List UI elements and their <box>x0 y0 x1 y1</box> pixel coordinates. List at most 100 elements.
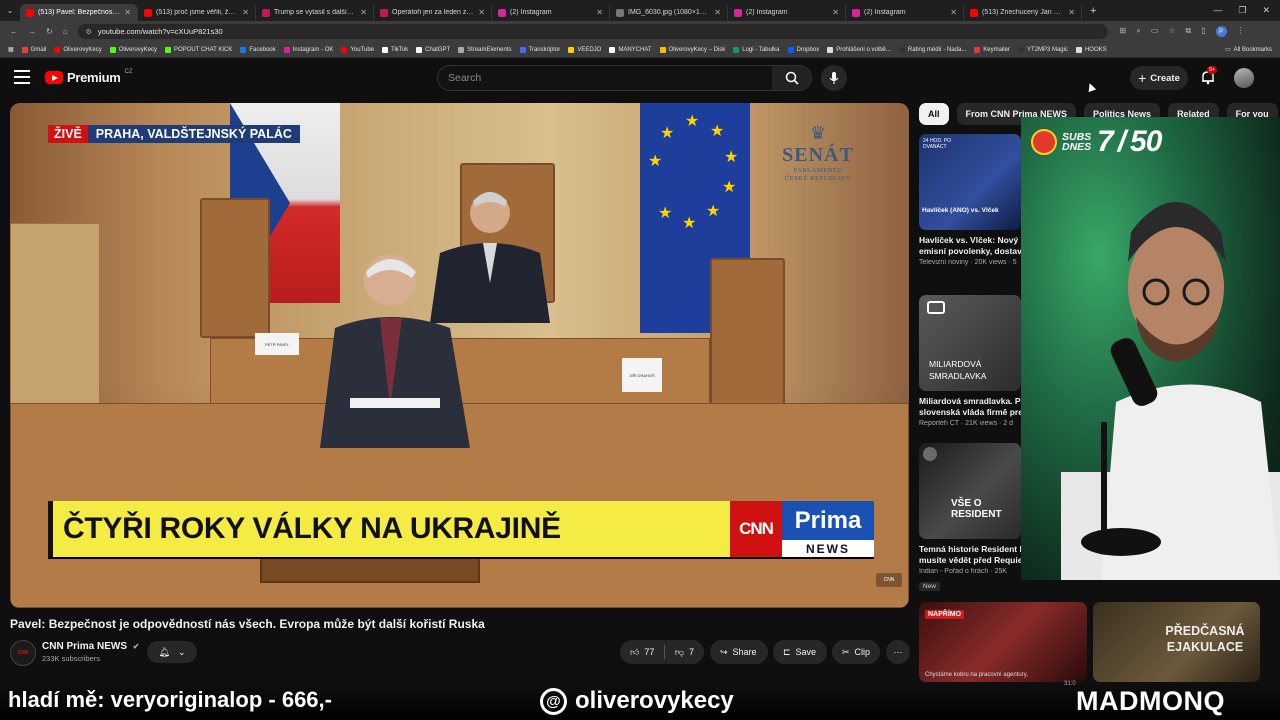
cast-icon[interactable]: ▭ <box>1151 26 1159 37</box>
tab-favicon-icon <box>616 8 624 17</box>
close-window-icon[interactable]: ✕ <box>1262 5 1270 16</box>
home-icon[interactable]: ⌂ <box>63 27 68 36</box>
guide-menu-icon[interactable] <box>14 70 30 84</box>
translate-icon[interactable]: ⊞ <box>1120 26 1127 37</box>
account-avatar[interactable] <box>1234 68 1254 88</box>
side-panel-icon[interactable]: ▯ <box>1201 26 1205 37</box>
share-button[interactable]: ↪ Share <box>710 640 768 664</box>
channel-watermark[interactable]: CNN <box>876 573 902 587</box>
browser-tab[interactable]: (513) Znechucený Jan Rosák zl ✕ <box>964 4 1082 21</box>
bookmark-item[interactable]: VEEDJO <box>564 46 605 53</box>
new-tab-button[interactable]: + <box>1082 5 1104 17</box>
bookmark-item[interactable]: TikTok <box>378 46 412 53</box>
video-player[interactable]: ★ ★ ★ ★ ★ ★ ★ ★ ★ ♛ SENÁT PARLAMENTU ČESKÉ REP… <box>10 103 909 608</box>
live-label: ŽIVĚ <box>48 125 88 143</box>
video-timestamp: 31:0 <box>1064 681 1076 687</box>
bookmark-item[interactable]: StreamElements <box>454 46 515 53</box>
reload-icon[interactable]: ↻ <box>46 27 53 36</box>
live-location-banner: ŽIVĚ PRAHA, VALDŠTEJNSKÝ PALÁC <box>48 125 300 143</box>
all-bookmarks[interactable]: ▭ All Bookmarks <box>1221 46 1280 54</box>
browser-tab[interactable]: IMG_6030.jpg (1080×1620) ✕ <box>610 4 728 21</box>
browser-menu-icon[interactable]: ⋮ <box>1237 26 1245 37</box>
save-button[interactable]: ⊏ Save <box>773 640 827 664</box>
close-tab-icon[interactable]: ✕ <box>1068 8 1075 17</box>
profile-avatar[interactable]: P <box>1215 26 1227 37</box>
bookmark-item[interactable]: Transkriptor <box>516 46 565 53</box>
tab-search-icon[interactable]: ⌄ <box>0 6 20 15</box>
bookmark-item[interactable]: Instagram - OK <box>280 46 338 53</box>
zoom-icon[interactable]: ⌕ <box>1136 26 1140 37</box>
site-info-icon[interactable]: ⚙ <box>86 28 92 36</box>
url-field[interactable]: ⚙ youtube.com/watch?v=cXUuP821s30 <box>77 24 1108 39</box>
browser-tab[interactable]: (2) Instagram ✕ <box>846 4 964 21</box>
more-actions-button[interactable]: ⋯ <box>886 640 910 664</box>
browser-tab[interactable]: Trump se vytasil s dalším termí ✕ <box>256 4 374 21</box>
video-thumbnail[interactable]: 24 HOD. PO DVANÁCT Havlíček (ANO) vs. Vl… <box>919 134 1021 230</box>
forward-icon[interactable]: → <box>28 27 36 36</box>
browser-tab[interactable]: (513) proč jsme věřili, že v roce ✕ <box>138 4 256 21</box>
close-tab-icon[interactable]: ✕ <box>242 8 249 17</box>
related-video[interactable]: 24 HOD. PO DVANÁCT Havlíček (ANO) vs. Vl… <box>919 134 1024 266</box>
close-tab-icon[interactable]: ✕ <box>950 8 957 17</box>
bookmark-item[interactable]: HOOKS <box>1072 46 1111 53</box>
close-tab-icon[interactable]: ✕ <box>832 8 839 17</box>
search-button[interactable] <box>772 65 812 91</box>
close-tab-icon[interactable]: ✕ <box>596 8 603 17</box>
screen: ⌄ (513) Pavel: Bezpečnost je odp✕(513) p… <box>0 0 1280 720</box>
voice-search-button[interactable] <box>821 65 847 91</box>
close-tab-icon[interactable]: ✕ <box>714 8 721 17</box>
subscription-bell-button[interactable]: 🔔︎ ⌄ <box>147 641 197 663</box>
subs-goal-widget: SUBS DNES 7 / 50 <box>1031 125 1162 159</box>
related-video-title: Havlíček vs. Vlček: Nový n <box>919 235 1024 245</box>
bookmark-item[interactable]: Logi - Tabulka <box>729 46 783 53</box>
youtube-logo[interactable]: Premium CZ <box>45 69 133 85</box>
bookmark-item[interactable]: Prohlášení o volbě... <box>823 46 895 53</box>
browser-tab[interactable]: (2) Instagram ✕ <box>492 4 610 21</box>
bookmark-item[interactable]: Gmail <box>18 46 51 53</box>
search-input[interactable]: Search <box>437 65 773 91</box>
shelf-video-thumbnail[interactable]: PŘEDČASNÁ EJAKULACE <box>1093 602 1260 682</box>
apps-icon[interactable]: ▦ <box>4 46 18 53</box>
bookmark-item[interactable]: POPOUT CHAT KICK <box>161 46 236 53</box>
bookmark-item[interactable]: Keymailer <box>970 46 1014 53</box>
bookmark-favicon-icon <box>458 46 465 53</box>
related-video[interactable]: MILIARDOVÁ SMRADLAVKA Miliardová smradla… <box>919 295 1024 427</box>
bookmark-item[interactable]: YouTube <box>337 46 378 53</box>
video-thumbnail[interactable]: MILIARDOVÁ SMRADLAVKA <box>919 295 1021 391</box>
bookmark-item[interactable]: OliverovyKecy <box>106 46 161 53</box>
back-icon[interactable]: ← <box>10 27 18 36</box>
close-tab-icon[interactable]: ✕ <box>478 8 485 17</box>
shelf-video-thumbnail[interactable]: NAPŘÍMO Chystáme kobru na pracovní agent… <box>919 602 1087 682</box>
bookmark-item[interactable]: Facebook <box>236 46 279 53</box>
extensions-icon[interactable]: ⧉ <box>1185 26 1191 37</box>
close-tab-icon[interactable]: ✕ <box>124 8 131 17</box>
thumbs-down-icon: 👎︎ <box>674 646 684 657</box>
bookmark-item[interactable]: YT2MP3 Magic <box>1014 46 1072 53</box>
video-thumbnail[interactable]: VŠE O RESIDENT <box>919 443 1021 539</box>
browser-tab[interactable]: (513) Pavel: Bezpečnost je odp ✕ <box>20 4 138 21</box>
browser-tab[interactable]: (2) Instagram ✕ <box>728 4 846 21</box>
related-video[interactable]: VŠE O RESIDENT Temná historie Resident E… <box>919 443 1024 593</box>
bookmark-item[interactable]: Rating médií - Nada... <box>895 46 970 53</box>
like-button[interactable]: 👍︎ 77 <box>620 640 664 664</box>
channel-name[interactable]: CNN Prima NEWS ✔ <box>42 641 140 652</box>
bookmark-favicon-icon <box>787 46 794 53</box>
create-button[interactable]: + Create <box>1130 66 1188 90</box>
bookmark-item[interactable]: OliverovyKecy <box>50 46 105 53</box>
channel-avatar[interactable]: CNN <box>10 640 36 666</box>
bookmark-item[interactable]: MANYCHAT <box>605 46 655 53</box>
restore-icon[interactable]: ❐ <box>1238 5 1246 16</box>
thumbs-up-icon: 👍︎ <box>630 646 640 657</box>
bookmark-star-icon[interactable]: ☆ <box>1168 26 1175 37</box>
filter-chip[interactable]: All <box>919 103 949 125</box>
bookmark-item[interactable]: OliverovyKecy – Disk <box>656 46 730 53</box>
close-tab-icon[interactable]: ✕ <box>360 8 367 17</box>
dislike-button[interactable]: 👎︎ 7 <box>665 640 704 664</box>
notifications-button[interactable]: 9+ <box>1200 66 1218 85</box>
bookmark-favicon-icon <box>568 46 575 53</box>
bookmark-item[interactable]: Dropbox <box>784 46 824 53</box>
bookmark-item[interactable]: ChatGPT <box>412 46 454 53</box>
clip-button[interactable]: ✂ Clip <box>832 640 880 664</box>
minimize-icon[interactable]: — <box>1213 5 1222 16</box>
browser-tab[interactable]: Operátoři jen za leden zablok ✕ <box>374 4 492 21</box>
